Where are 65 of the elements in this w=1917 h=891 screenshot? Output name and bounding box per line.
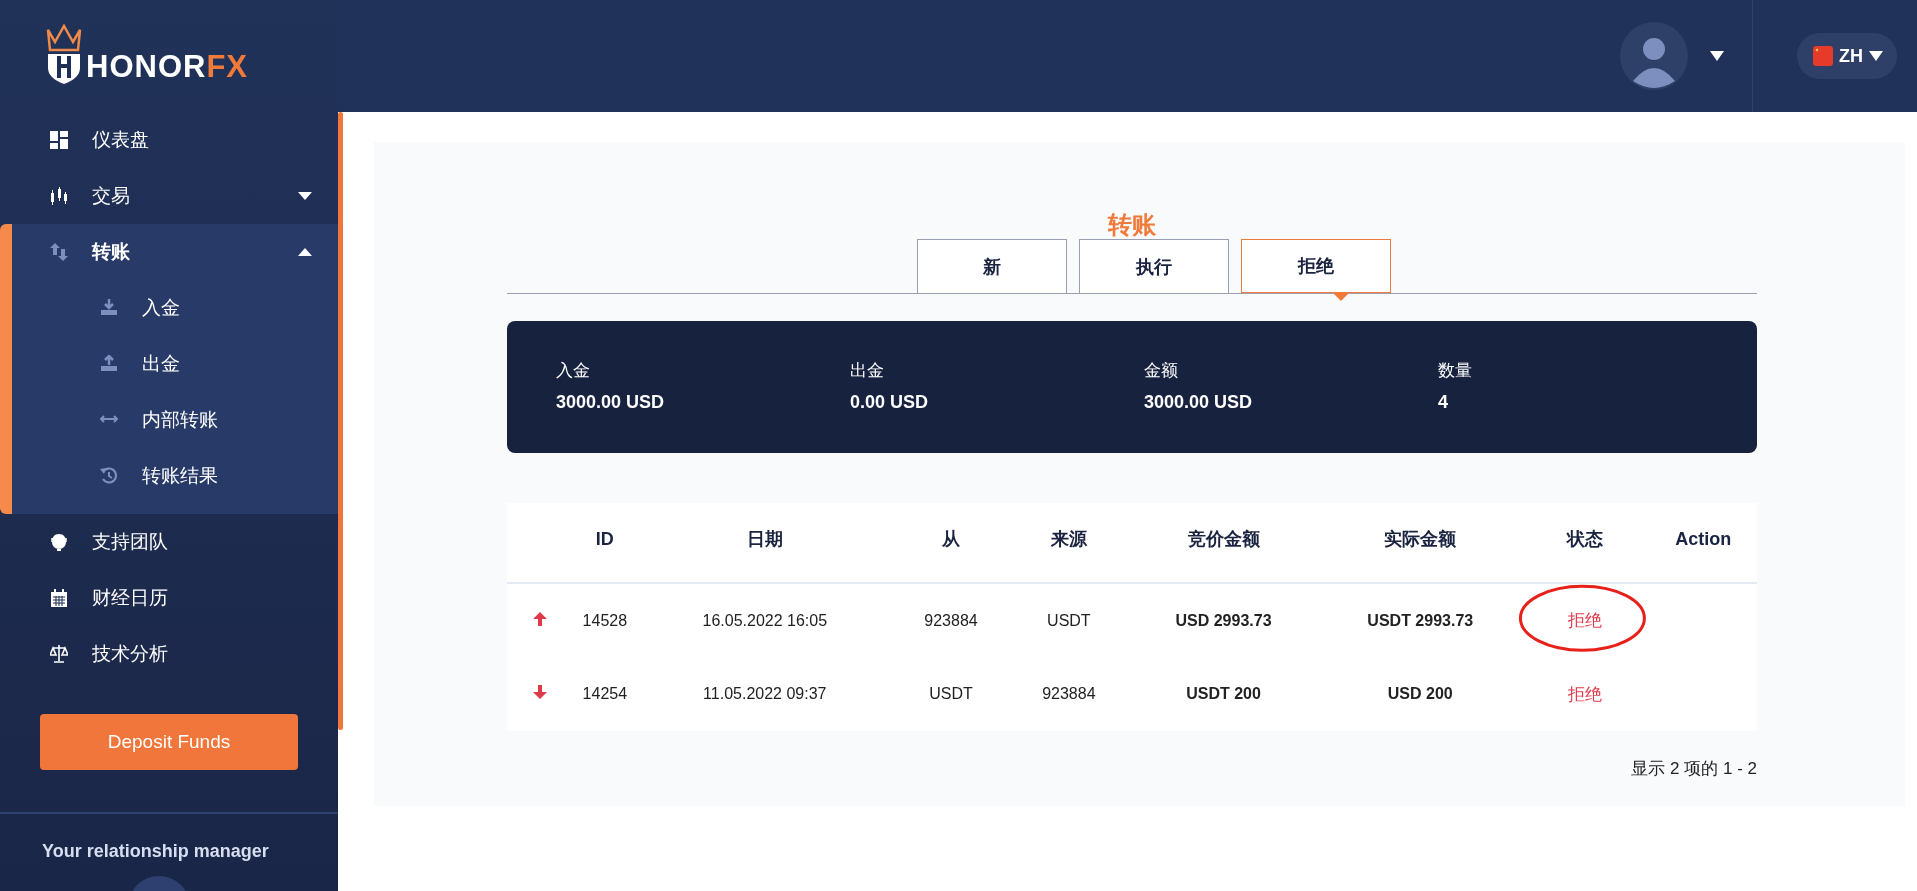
sidebar-subitem[interactable]: 转账结果	[12, 448, 338, 504]
page-title: 转账	[1106, 211, 1157, 239]
summary-label: 出金	[850, 360, 885, 382]
table-cell: USDT 2993.73	[1319, 583, 1522, 657]
caret-down-icon	[1710, 51, 1724, 61]
sidebar-item[interactable]: 仪表盘	[0, 112, 338, 168]
calendar-icon	[50, 589, 68, 607]
tab[interactable]: 拒绝	[1241, 239, 1391, 293]
summary-value: 3000.00 USD	[556, 392, 666, 413]
sidebar-item[interactable]: 财经日历	[0, 570, 338, 626]
column-header: 来源	[1009, 503, 1128, 583]
column-header: 从	[892, 503, 1010, 583]
table-cell-text: 11.05.2022 09:37	[702, 684, 828, 704]
sidebar-item[interactable]: 转账	[12, 224, 338, 280]
caret-down-icon	[1869, 51, 1883, 61]
upload-tray-icon	[100, 355, 118, 373]
status-text: 拒绝	[1568, 684, 1603, 704]
transfer-arrows-icon	[50, 243, 68, 261]
column-header: 竞价金额	[1127, 503, 1320, 583]
tab-pointer-icon	[1333, 293, 1349, 301]
table-cell: 14528	[572, 583, 638, 657]
table-cell-text: 14254	[581, 684, 629, 704]
summary-label: 金额	[1144, 360, 1179, 382]
tab[interactable]: 执行	[1079, 239, 1229, 293]
table-cell-text: USDT 200	[1185, 684, 1262, 704]
pagination-info: 显示 2 项的 1 - 2	[1631, 758, 1757, 780]
manager-title: Your relationship manager	[42, 841, 270, 862]
summary-label: 数量	[1438, 360, 1473, 382]
candlestick-icon	[50, 187, 68, 205]
status-text: 拒绝	[1568, 611, 1603, 630]
arrow-down-icon	[532, 685, 547, 699]
tab[interactable]: 新	[917, 239, 1067, 293]
arrow-up-icon	[532, 611, 547, 626]
flag-icon	[1813, 46, 1833, 66]
column-header: 日期	[637, 503, 893, 583]
summary-value: 3000.00 USD	[1144, 392, 1254, 413]
column-header: 实际金额	[1319, 503, 1522, 583]
sidebar-subitem[interactable]: 出金	[12, 336, 338, 392]
sidebar-item[interactable]: 交易	[0, 168, 338, 224]
sidebar-item[interactable]: 技术分析	[0, 626, 338, 682]
sidebar-item[interactable]: 支持团队	[0, 514, 338, 570]
dashboard-icon	[50, 131, 68, 149]
scale-icon	[50, 645, 68, 663]
table-cell: 923884	[892, 583, 1010, 657]
summary-label: 入金	[556, 360, 591, 382]
column-header: 状态	[1521, 503, 1650, 583]
history-icon	[100, 467, 118, 485]
column-header: ID	[572, 503, 638, 583]
logo-text: HONORFX	[86, 51, 248, 86]
sidebar-subitem[interactable]: 入金	[12, 280, 338, 336]
table-cell-text: 923884	[1041, 684, 1097, 704]
summary-value: 4	[1438, 392, 1449, 413]
table-cell-text: USDT	[928, 684, 974, 704]
table-cell: 16.05.2022 16:05	[637, 583, 893, 657]
scrollbar-thumb[interactable]	[338, 112, 343, 730]
language-selector[interactable]: ZH	[1797, 33, 1897, 79]
table-cell: USDT	[1009, 583, 1128, 657]
column-header: Action	[1649, 503, 1757, 583]
sidebar-subitem[interactable]: 内部转账	[12, 392, 338, 448]
table-cell: USD 2993.73	[1127, 583, 1320, 657]
crown-shield-icon	[44, 24, 84, 86]
headset-icon	[50, 533, 68, 551]
download-tray-icon	[100, 299, 118, 317]
table-cell-text: USD 200	[1386, 684, 1454, 704]
summary-value: 0.00 USD	[850, 392, 930, 413]
